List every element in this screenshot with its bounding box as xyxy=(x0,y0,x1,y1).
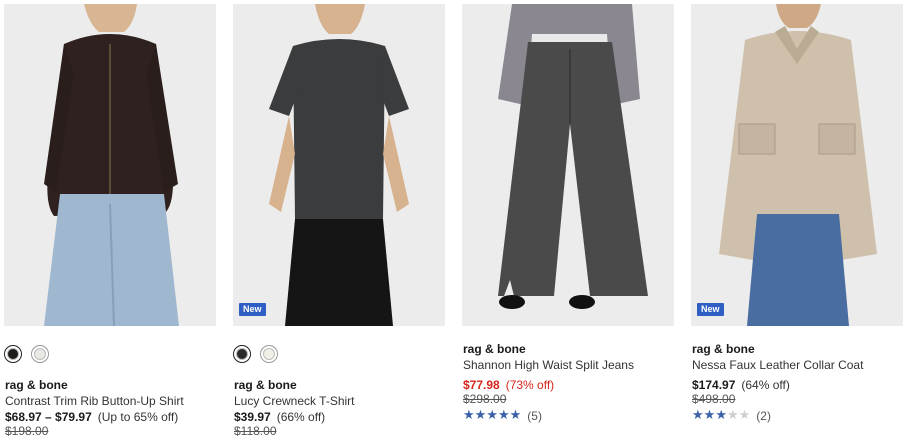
price-line: $39.97 (66% off) xyxy=(234,409,355,425)
rating-count: (2) xyxy=(756,409,771,423)
star-icon: ★ xyxy=(715,408,727,423)
star-icon: ★ xyxy=(463,408,475,423)
star-rating[interactable]: ★★★★★ (5) xyxy=(463,408,634,424)
product-card[interactable]: rag & bone Shannon High Waist Split Jean… xyxy=(462,0,674,438)
product-image[interactable] xyxy=(462,4,674,326)
star-icon: ★ xyxy=(497,408,510,423)
product-card[interactable]: New rag & bone Lucy Crewneck T-Shirt $39… xyxy=(233,0,445,438)
color-swatches xyxy=(233,345,278,363)
original-price: $498.00 xyxy=(692,392,736,406)
product-image[interactable] xyxy=(4,4,216,326)
product-info: rag & bone Contrast Trim Rib Button-Up S… xyxy=(5,377,184,437)
price-line: $68.97 – $79.97 (Up to 65% off) xyxy=(5,409,184,425)
star-icon: ★ xyxy=(703,408,716,423)
new-badge: New xyxy=(697,303,724,316)
stars: ★★★★★ xyxy=(463,408,521,424)
star-icon: ★ xyxy=(692,408,704,423)
discount-label: (64% off) xyxy=(741,378,790,392)
product-card[interactable]: rag & bone Contrast Trim Rib Button-Up S… xyxy=(4,0,216,438)
color-swatch-black[interactable] xyxy=(4,345,22,363)
star-icon: ★ xyxy=(474,408,487,423)
original-price: $298.00 xyxy=(463,392,507,406)
star-empty-icon: ★ xyxy=(738,408,751,423)
product-price: $77.98 xyxy=(463,378,500,392)
color-swatch-ivory[interactable] xyxy=(260,345,278,363)
product-brand[interactable]: rag & bone xyxy=(692,341,863,357)
product-brand[interactable]: rag & bone xyxy=(463,341,634,357)
price-line: $77.98 (73% off) xyxy=(463,377,634,393)
discount-label: (Up to 65% off) xyxy=(97,410,179,424)
product-info: rag & bone Lucy Crewneck T-Shirt $39.97 (… xyxy=(234,377,355,437)
product-price: $39.97 xyxy=(234,410,271,424)
star-empty-icon: ★ xyxy=(726,408,739,423)
star-rating[interactable]: ★★★★★ (2) xyxy=(692,408,863,424)
original-price: $198.00 xyxy=(5,424,49,438)
star-icon: ★ xyxy=(486,408,498,423)
product-brand[interactable]: rag & bone xyxy=(234,377,355,393)
color-swatches xyxy=(4,345,49,363)
product-name[interactable]: Nessa Faux Leather Collar Coat xyxy=(692,357,863,373)
product-price: $174.97 xyxy=(692,378,736,392)
star-half-icon: ★ xyxy=(509,408,522,423)
rating-count: (5) xyxy=(527,409,542,423)
product-brand[interactable]: rag & bone xyxy=(5,377,184,393)
product-name[interactable]: Lucy Crewneck T-Shirt xyxy=(234,393,355,409)
product-name[interactable]: Contrast Trim Rib Button-Up Shirt xyxy=(5,393,184,409)
color-swatch-white[interactable] xyxy=(31,345,49,363)
price-line: $174.97 (64% off) xyxy=(692,377,863,393)
new-badge: New xyxy=(239,303,266,316)
discount-label: (66% off) xyxy=(276,410,326,424)
color-swatch-charcoal[interactable] xyxy=(233,345,251,363)
product-name[interactable]: Shannon High Waist Split Jeans xyxy=(463,357,634,373)
original-price: $118.00 xyxy=(234,424,277,438)
product-image[interactable] xyxy=(233,4,445,326)
discount-label: (73% off) xyxy=(505,378,555,392)
stars: ★★★★★ xyxy=(692,408,750,424)
product-price: $68.97 – $79.97 xyxy=(5,410,92,424)
product-image[interactable] xyxy=(691,4,903,326)
product-info: rag & bone Shannon High Waist Split Jean… xyxy=(463,341,634,424)
product-card[interactable]: New rag & bone Nessa Faux Leather Collar… xyxy=(691,0,903,438)
product-info: rag & bone Nessa Faux Leather Collar Coa… xyxy=(692,341,863,424)
